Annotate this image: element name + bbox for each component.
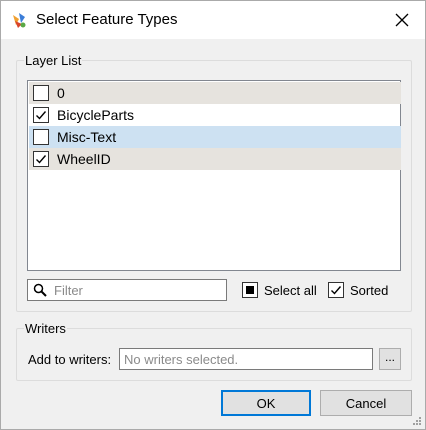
select-all-icon <box>242 282 258 298</box>
filter-input[interactable] <box>54 282 222 298</box>
fme-workbench-icon <box>13 13 26 28</box>
layer-name: Misc-Text <box>57 129 117 145</box>
layer-checkbox[interactable] <box>33 151 49 167</box>
close-icon <box>395 13 409 27</box>
cancel-button[interactable]: Cancel <box>320 390 412 416</box>
layer-name: 0 <box>57 85 65 101</box>
layer-checkbox[interactable] <box>33 107 49 123</box>
layer-checkbox[interactable] <box>33 129 49 145</box>
title-bar[interactable]: Select Feature Types <box>1 1 425 39</box>
resize-grip-icon[interactable] <box>412 416 422 426</box>
dialog-title: Select Feature Types <box>36 11 178 28</box>
checkmark-icon <box>331 286 342 295</box>
filter-field[interactable] <box>27 279 227 301</box>
list-item[interactable]: BicycleParts <box>29 104 401 126</box>
checkmark-icon <box>36 155 47 164</box>
layer-name: WheelID <box>57 151 111 167</box>
checkmark-icon <box>36 111 47 120</box>
close-button[interactable] <box>387 6 417 34</box>
writers-input[interactable] <box>124 351 368 367</box>
select-all-label: Select all <box>264 282 317 298</box>
ok-button[interactable]: OK <box>221 390 311 416</box>
writers-label: Writers <box>24 321 67 336</box>
layer-name: BicycleParts <box>57 107 135 123</box>
sorted-label: Sorted <box>350 282 389 298</box>
select-all-button[interactable]: Select all <box>242 282 317 298</box>
add-to-writers-label: Add to writers: <box>28 352 112 367</box>
writers-field[interactable] <box>119 348 373 370</box>
list-item[interactable]: 0 <box>29 82 401 104</box>
sorted-check-box[interactable] <box>328 282 344 298</box>
layer-list-label: Layer List <box>24 53 83 68</box>
list-item[interactable]: Misc-Text <box>29 126 401 148</box>
list-item[interactable]: WheelID <box>29 148 401 170</box>
browse-writers-button[interactable]: ... <box>379 348 401 370</box>
select-feature-types-dialog: Select Feature Types Layer List 0 Bicycl… <box>0 0 426 430</box>
sorted-checkbox[interactable]: Sorted <box>328 282 388 298</box>
search-icon <box>33 283 47 297</box>
layer-checkbox[interactable] <box>33 85 49 101</box>
layer-listbox[interactable]: 0 BicycleParts Misc-Text WheelID <box>27 80 401 271</box>
